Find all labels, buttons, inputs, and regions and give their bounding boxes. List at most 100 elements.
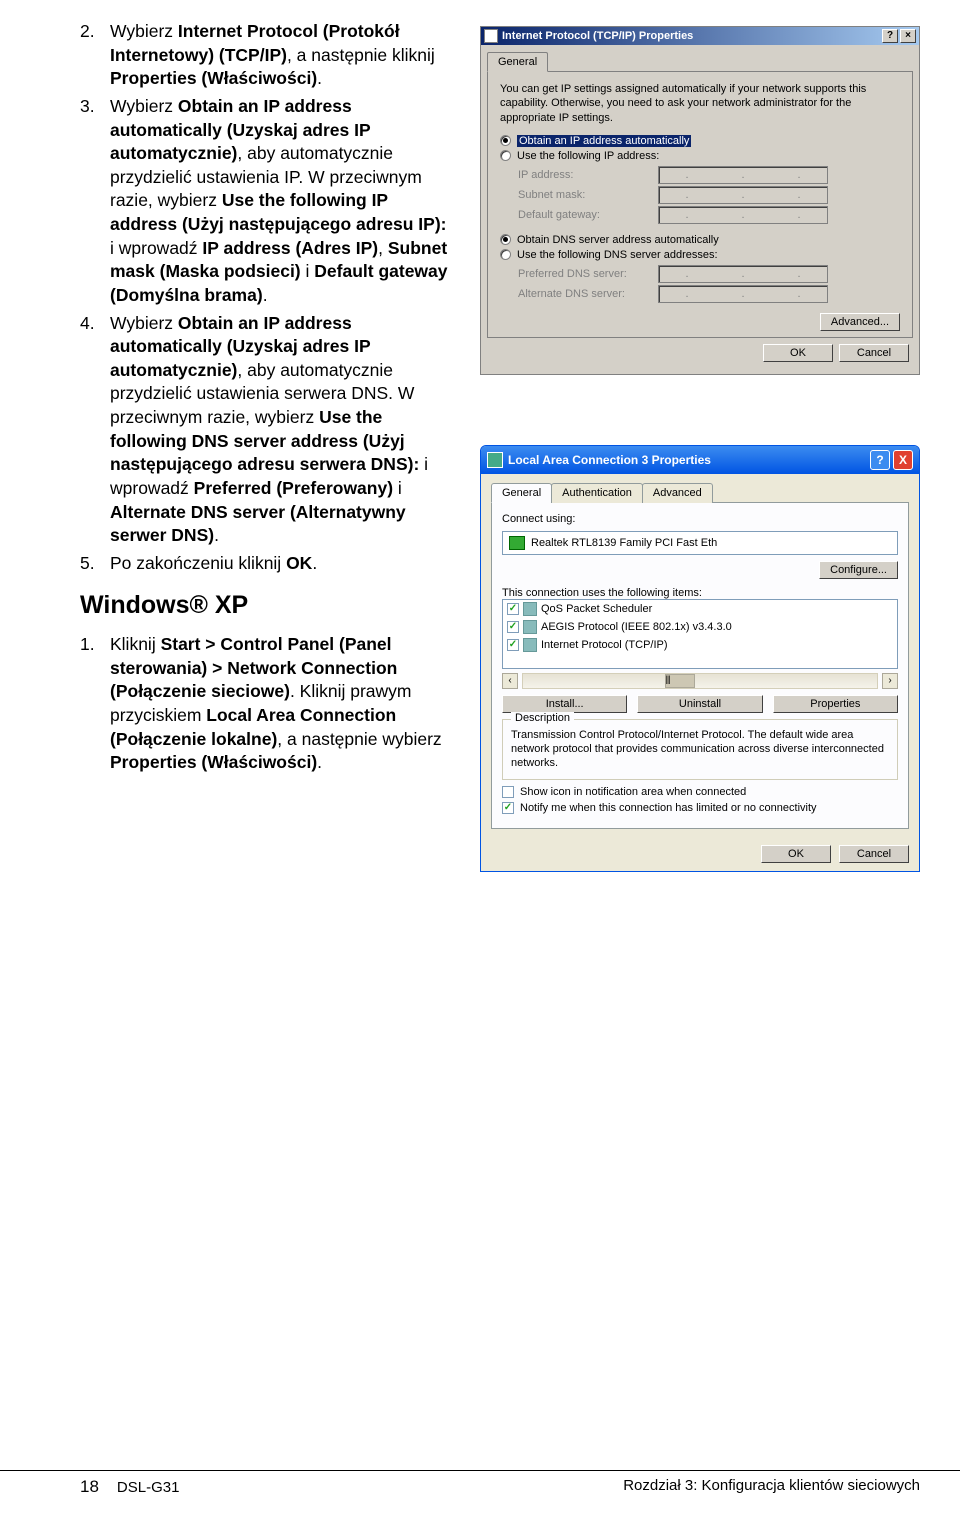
alt-dns-input[interactable]: ...: [658, 285, 828, 303]
show-icon-checkbox-row[interactable]: Show icon in notification area when conn…: [502, 786, 898, 798]
instruction-column: Wybierz Internet Protocol (Protokół Inte…: [80, 20, 450, 872]
advanced-button[interactable]: Advanced...: [820, 313, 900, 331]
properties-button[interactable]: Properties: [773, 695, 898, 713]
intro-text: You can get IP settings assigned automat…: [500, 82, 900, 125]
xp-step-1: Kliknij Start > Control Panel (Panel ste…: [80, 633, 450, 775]
text-bold: Alternate DNS server (Alternatywny serwe…: [110, 502, 406, 546]
radio-label: Use the following IP address:: [517, 150, 659, 162]
text: , a następnie wybierz: [277, 729, 441, 749]
pref-dns-input[interactable]: ...: [658, 265, 828, 283]
ok-button[interactable]: OK: [763, 344, 833, 362]
tab-advanced[interactable]: Advanced: [642, 483, 713, 503]
help-button[interactable]: ?: [882, 29, 898, 43]
checkbox-icon[interactable]: [502, 786, 514, 798]
close-button[interactable]: X: [893, 450, 913, 470]
subnet-input[interactable]: ...: [658, 186, 828, 204]
checkbox-icon[interactable]: ✓: [507, 639, 519, 651]
nic-icon: [509, 536, 525, 550]
horizontal-scrollbar[interactable]: ‹ ⦀ ›: [502, 673, 898, 689]
description-text: Transmission Control Protocol/Internet P…: [511, 728, 889, 771]
configure-button[interactable]: Configure...: [819, 561, 898, 579]
ok-button[interactable]: OK: [761, 845, 831, 863]
cancel-button[interactable]: Cancel: [839, 344, 909, 362]
titlebar[interactable]: Local Area Connection 3 Properties ? X: [481, 446, 919, 474]
chapter-title: Rozdział 3: Konfiguracja klientów siecio…: [623, 1477, 920, 1497]
field-pref-dns: Preferred DNS server: ...: [518, 265, 900, 283]
radio-obtain-dns[interactable]: Obtain DNS server address automatically: [500, 234, 900, 246]
protocol-icon: [523, 638, 537, 652]
xp-steps-list: Kliknij Start > Control Panel (Panel ste…: [80, 633, 450, 775]
text: Po zakończeniu kliknij: [110, 553, 286, 573]
checkbox-icon[interactable]: ✓: [507, 621, 519, 633]
radio-use-ip[interactable]: Use the following IP address:: [500, 150, 900, 162]
install-button[interactable]: Install...: [502, 695, 627, 713]
radio-obtain-ip[interactable]: Obtain an IP address automatically: [500, 135, 900, 147]
text-bold: Properties (Właściwości): [110, 752, 317, 772]
protocol-icon: [523, 602, 537, 616]
components-list[interactable]: ✓ QoS Packet Scheduler ✓ AEGIS Protocol …: [502, 599, 898, 669]
radio-icon: [500, 249, 511, 260]
radio-label: Obtain DNS server address automatically: [517, 234, 719, 246]
list-item[interactable]: ✓ AEGIS Protocol (IEEE 802.1x) v3.4.3.0: [503, 618, 897, 636]
field-label: Default gateway:: [518, 209, 658, 221]
tab-authentication[interactable]: Authentication: [551, 483, 643, 503]
windows-xp-header: Windows® XP: [80, 589, 450, 623]
item-label: AEGIS Protocol (IEEE 802.1x) v3.4.3.0: [541, 621, 732, 633]
notify-checkbox-row[interactable]: ✓ Notify me when this connection has lim…: [502, 802, 898, 814]
description-fieldset: Description Transmission Control Protoco…: [502, 719, 898, 780]
scroll-track[interactable]: ⦀: [522, 673, 878, 689]
field-gateway: Default gateway: ...: [518, 206, 900, 224]
text: .: [214, 525, 219, 545]
list-item[interactable]: ✓ QoS Packet Scheduler: [503, 600, 897, 618]
radio-icon: [500, 150, 511, 161]
checkbox-label: Notify me when this connection has limit…: [520, 802, 817, 814]
text: Wybierz: [110, 313, 178, 333]
text-bold: Preferred (Preferowany): [194, 478, 393, 498]
text: i wprowadź: [110, 238, 202, 258]
main-steps-list: Wybierz Internet Protocol (Protokół Inte…: [80, 20, 450, 575]
nic-name: Realtek RTL8139 Family PCI Fast Eth: [531, 537, 717, 549]
tab-general[interactable]: General: [491, 483, 552, 503]
description-legend: Description: [511, 712, 574, 724]
ip-address-input[interactable]: ...: [658, 166, 828, 184]
step-3: Wybierz Obtain an IP address automatical…: [80, 95, 450, 308]
field-label: Alternate DNS server:: [518, 288, 658, 300]
close-button[interactable]: ×: [900, 29, 916, 43]
checkbox-icon[interactable]: ✓: [502, 802, 514, 814]
uninstall-button[interactable]: Uninstall: [637, 695, 762, 713]
window-title: Local Area Connection 3 Properties: [508, 453, 711, 467]
scroll-right-icon[interactable]: ›: [882, 673, 898, 689]
checkbox-icon[interactable]: ✓: [507, 603, 519, 615]
text: .: [317, 752, 322, 772]
scroll-thumb[interactable]: ⦀: [665, 674, 695, 688]
connect-using-label: Connect using:: [502, 513, 898, 525]
help-button[interactable]: ?: [870, 450, 890, 470]
window-icon: [487, 452, 503, 468]
field-ip-address: IP address: ...: [518, 166, 900, 184]
nic-box: Realtek RTL8139 Family PCI Fast Eth: [502, 531, 898, 555]
cancel-button[interactable]: Cancel: [839, 845, 909, 863]
text: i: [301, 261, 315, 281]
text: .: [317, 68, 322, 88]
gateway-input[interactable]: ...: [658, 206, 828, 224]
field-subnet: Subnet mask: ...: [518, 186, 900, 204]
titlebar[interactable]: Internet Protocol (TCP/IP) Properties ? …: [481, 27, 919, 45]
item-label: QoS Packet Scheduler: [541, 603, 652, 615]
text: Kliknij: [110, 634, 161, 654]
radio-icon: [500, 234, 511, 245]
list-item[interactable]: ✓ Internet Protocol (TCP/IP): [503, 636, 897, 654]
text: Wybierz: [110, 21, 178, 41]
protocol-icon: [523, 620, 537, 634]
tab-row: General Authentication Advanced: [491, 482, 909, 503]
step-4: Wybierz Obtain an IP address automatical…: [80, 312, 450, 548]
tab-general[interactable]: General: [487, 52, 548, 72]
text-bold: Properties (Właściwości): [110, 68, 317, 88]
radio-use-dns[interactable]: Use the following DNS server addresses:: [500, 249, 900, 261]
field-label: Subnet mask:: [518, 189, 658, 201]
scroll-left-icon[interactable]: ‹: [502, 673, 518, 689]
field-alt-dns: Alternate DNS server: ...: [518, 285, 900, 303]
uses-items-label: This connection uses the following items…: [502, 587, 898, 599]
screenshot-column: Internet Protocol (TCP/IP) Properties ? …: [480, 20, 920, 872]
lan-properties-dialog: Local Area Connection 3 Properties ? X G…: [480, 445, 920, 872]
field-label: Preferred DNS server:: [518, 268, 658, 280]
